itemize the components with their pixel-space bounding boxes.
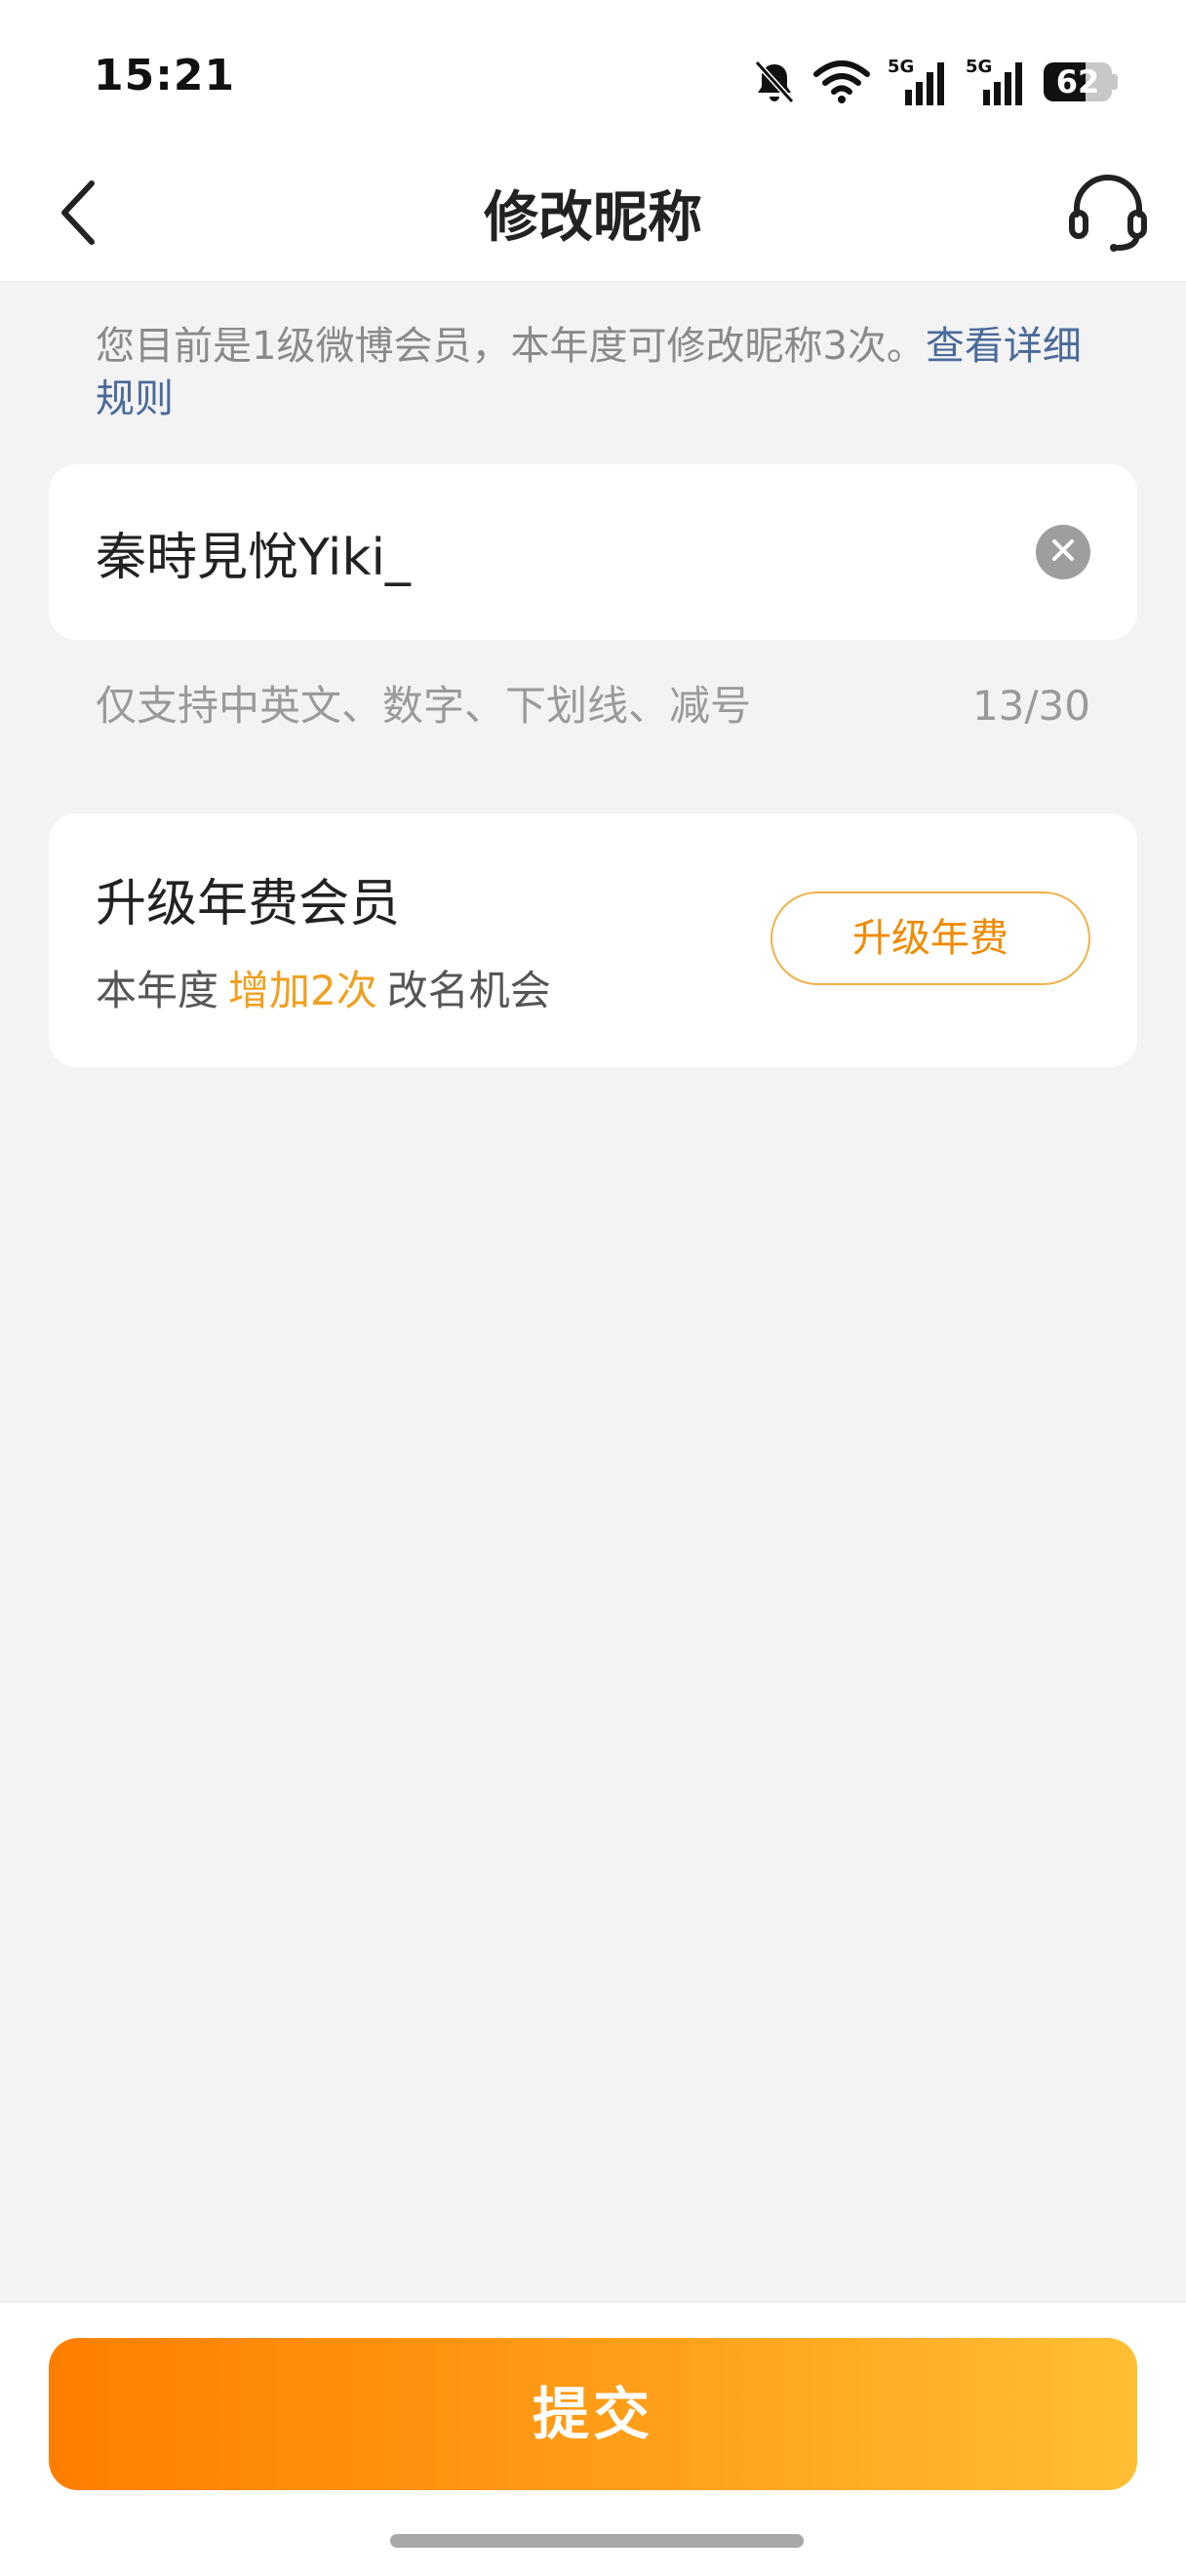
page-title: 修改昵称 [484, 186, 702, 250]
status-bar: 15:21 5G 5G 62 [0, 0, 1186, 156]
hint-text: 仅支持中英文、数字、下划线、减号 [96, 682, 752, 730]
status-time: 15:21 [94, 51, 236, 100]
status-icons: 5G 5G 62 [753, 55, 1118, 109]
char-counter: 13/30 [971, 682, 1090, 730]
upgrade-sub-suffix: 改名机会 [386, 967, 551, 1014]
signal-5g-icon: 5G [966, 55, 1026, 109]
clear-icon [1050, 537, 1076, 567]
upgrade-button[interactable]: 升级年费 [771, 892, 1090, 985]
upgrade-sub-highlight: 增加2次 [228, 967, 377, 1014]
battery-level: 62 [1055, 63, 1100, 100]
nickname-input[interactable] [96, 464, 1012, 640]
clear-button[interactable] [1036, 525, 1090, 579]
upgrade-sub-prefix: 本年度 [96, 967, 219, 1014]
nickname-card [49, 464, 1137, 640]
bell-muted-icon [753, 59, 796, 105]
nav-bar: 修改昵称 [0, 156, 1186, 282]
wifi-icon [813, 60, 870, 103]
input-hint: 仅支持中英文、数字、下划线、减号 13/30 [96, 677, 1090, 735]
back-button[interactable] [29, 166, 127, 263]
member-info-text: 您目前是1级微博会员，本年度可修改昵称3次。 [96, 324, 926, 369]
signal-5g-icon: 5G [888, 55, 948, 109]
upgrade-title: 升级年费会员 [96, 875, 401, 933]
headset-icon [1067, 172, 1149, 258]
chevron-left-icon [55, 178, 101, 252]
upgrade-card: 升级年费会员 本年度 增加2次 改名机会 升级年费 [49, 813, 1137, 1067]
home-indicator[interactable] [390, 2534, 804, 2548]
customer-service-button[interactable] [1059, 166, 1157, 263]
submit-button[interactable]: 提交 [49, 2338, 1137, 2490]
member-info: 您目前是1级微博会员，本年度可修改昵称3次。查看详细规则 [96, 320, 1090, 425]
battery-icon: 62 [1044, 62, 1118, 101]
upgrade-subtitle: 本年度 增加2次 改名机会 [96, 958, 551, 1017]
